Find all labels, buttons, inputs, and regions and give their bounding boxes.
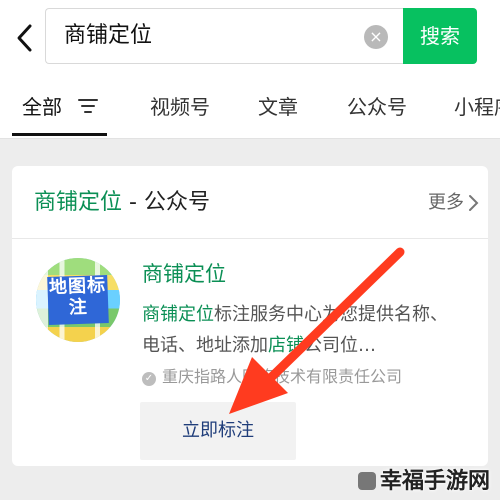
search-input[interactable]: 商铺定位 × (45, 8, 403, 64)
chevron-right-icon[interactable] (468, 191, 480, 215)
tab-bar: 全部 视频号 文章 公众号 小程序 (0, 80, 500, 139)
tab-mini-programs[interactable]: 小程序 (454, 94, 500, 120)
result-card: 商铺定位 - 公众号 更多 地图标注 商铺定位 商铺定位标注服务中心为您提供名称… (12, 166, 488, 466)
watermark: 幸福手游网 (357, 468, 490, 496)
search-button[interactable]: 搜索 (403, 8, 477, 64)
back-icon[interactable] (12, 20, 42, 56)
top-search-bar: 商铺定位 × 搜索 (0, 0, 500, 80)
logo-label: 地图标注 (47, 274, 109, 326)
account-name[interactable]: 商铺定位 (142, 260, 226, 288)
active-tab-underline (12, 133, 107, 136)
tab-articles[interactable]: 文章 (258, 94, 298, 120)
mark-now-button[interactable]: 立即标注 (140, 402, 296, 460)
verified-icon: ✓ (142, 372, 156, 386)
verified-company: ✓ 重庆指路人网络技术有限责任公司 (142, 366, 402, 388)
account-logo[interactable]: 地图标注 (36, 258, 120, 342)
account-description: 商铺定位标注服务中心为您提供名称、电话、地址添加店铺公司位… (142, 304, 448, 356)
tab-channels[interactable]: 视频号 (150, 94, 210, 120)
search-query: 商铺定位 (64, 23, 153, 48)
filter-icon[interactable] (78, 98, 98, 114)
clear-icon[interactable]: × (364, 25, 388, 49)
tab-all[interactable]: 全部 (22, 94, 62, 120)
section-header: 商铺定位 - 公众号 更多 (12, 166, 488, 239)
tab-official-accounts[interactable]: 公众号 (347, 94, 407, 120)
section-title: 商铺定位 - 公众号 (34, 190, 210, 215)
more-link[interactable]: 更多 (428, 191, 464, 215)
watermark-logo-icon (357, 472, 376, 490)
